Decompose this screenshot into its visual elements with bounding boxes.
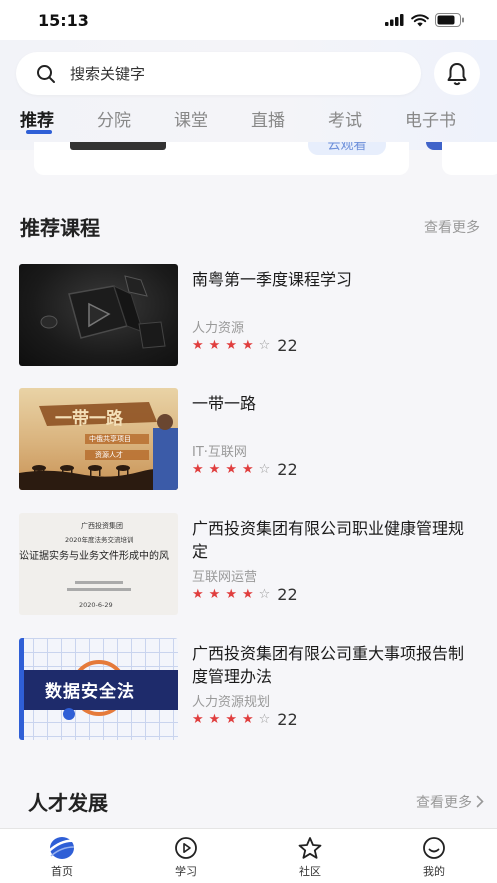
thumb-main-text: 数据安全法 bbox=[45, 682, 135, 702]
chevron-right-icon bbox=[476, 795, 484, 808]
course-item[interactable]: 南粤第一季度课程学习 人力资源 ★ ★ ★ ★ ☆ 22 bbox=[19, 264, 479, 368]
recommended-header: 推荐课程 查看更多 bbox=[20, 212, 480, 241]
course-rating: ★ ★ ★ ★ ☆ 22 bbox=[192, 336, 298, 355]
star-icon: ★ bbox=[192, 337, 204, 353]
star-empty-icon: ☆ bbox=[258, 586, 271, 602]
course-title: 广西投资集团有限公司重大事项报告制度管理办法 bbox=[192, 644, 465, 686]
thumb-line1: 中俄共享项目 bbox=[89, 435, 131, 443]
star-icon: ★ bbox=[192, 461, 204, 477]
tabbar-label: 我的 bbox=[423, 865, 445, 878]
search-input[interactable]: 搜索关键字 bbox=[16, 52, 421, 95]
banner-image-edge bbox=[70, 142, 166, 150]
course-thumbnail: 数据安全法 bbox=[19, 638, 178, 740]
star-icon: ★ bbox=[225, 711, 237, 727]
tab-exam[interactable]: 考试 bbox=[328, 106, 362, 131]
course-category: IT·互联网 bbox=[192, 445, 247, 460]
smile-face-icon bbox=[423, 837, 445, 859]
star-icon: ★ bbox=[225, 586, 237, 602]
view-more-link[interactable]: 查看更多 bbox=[416, 792, 484, 812]
course-rating: ★ ★ ★ ★ ☆ 22 bbox=[192, 710, 298, 729]
tabbar-label: 首页 bbox=[51, 865, 73, 878]
course-thumbnail bbox=[19, 264, 178, 366]
category-tabs: 推荐 分院 课堂 直播 考试 电子书 bbox=[0, 104, 497, 142]
tabbar-label: 学习 bbox=[175, 865, 197, 878]
star-icon: ★ bbox=[225, 337, 237, 353]
search-placeholder: 搜索关键字 bbox=[70, 65, 146, 83]
watch-online-button[interactable]: 云观看 bbox=[308, 142, 386, 155]
star-icon: ★ bbox=[192, 586, 204, 602]
tabbar-community[interactable]: 社区 bbox=[280, 835, 340, 879]
course-category: 人力资源规划 bbox=[192, 695, 271, 710]
star-icon: ★ bbox=[208, 711, 221, 727]
course-item[interactable]: 数据安全法 广西投资集团有限公司重大事项报告制度管理办法 人力资源规划 ★ ★ … bbox=[19, 638, 479, 742]
star-icon: ★ bbox=[208, 461, 221, 477]
star-empty-icon: ☆ bbox=[258, 711, 271, 727]
tabbar-home[interactable]: 首页 bbox=[32, 835, 92, 879]
tabbar-mine[interactable]: 我的 bbox=[404, 835, 464, 879]
home-logo-icon bbox=[48, 837, 77, 859]
section-title: 人才发展 bbox=[28, 791, 108, 815]
cellular-signal-icon bbox=[385, 14, 404, 26]
tab-ebook[interactable]: 电子书 bbox=[405, 106, 456, 131]
star-icon: ★ bbox=[241, 461, 254, 477]
view-more-label: 查看更多 bbox=[424, 219, 480, 236]
course-thumbnail: 一带一路 中俄共享项目 资源人才 bbox=[19, 388, 178, 490]
rating-count: 22 bbox=[277, 585, 298, 604]
tab-branch[interactable]: 分院 bbox=[97, 106, 131, 131]
thumb-line2: 资源人才 bbox=[95, 451, 123, 459]
bell-icon bbox=[447, 62, 467, 85]
video-play-3d-icon bbox=[40, 275, 166, 349]
tab-classroom[interactable]: 课堂 bbox=[174, 106, 208, 131]
star-empty-icon: ☆ bbox=[258, 461, 271, 477]
bottom-tab-bar: 首页 学习 社区 我的 bbox=[0, 828, 497, 883]
talent-header: 人才发展 查看更多 bbox=[28, 787, 484, 816]
star-icon bbox=[298, 837, 322, 859]
tabbar-label: 社区 bbox=[299, 865, 321, 878]
star-icon: ★ bbox=[241, 586, 254, 602]
star-empty-icon: ☆ bbox=[258, 337, 271, 353]
wifi-icon bbox=[411, 13, 429, 26]
star-icon: ★ bbox=[241, 711, 254, 727]
active-tab-indicator bbox=[26, 130, 52, 134]
course-item[interactable]: 广西投资集团 2020年度法务交流培训 讼证据实务与业务文件形成中的风 2020… bbox=[19, 513, 479, 617]
star-icon: ★ bbox=[208, 337, 221, 353]
status-bar: 15:13 bbox=[0, 0, 497, 40]
play-circle-icon bbox=[175, 837, 197, 859]
tab-recommend[interactable]: 推荐 bbox=[20, 106, 54, 131]
banner-next-card[interactable] bbox=[442, 142, 497, 175]
tab-live[interactable]: 直播 bbox=[251, 106, 285, 131]
course-rating: ★ ★ ★ ★ ☆ 22 bbox=[192, 460, 298, 479]
star-icon: ★ bbox=[225, 461, 237, 477]
battery-icon bbox=[435, 13, 464, 27]
star-icon: ★ bbox=[208, 586, 221, 602]
course-title: 广西投资集团有限公司职业健康管理规定 bbox=[192, 519, 465, 561]
course-title: 南粤第一季度课程学习 bbox=[192, 270, 353, 289]
star-icon: ★ bbox=[241, 337, 254, 353]
thumb-banner-text: 一带一路 bbox=[55, 409, 123, 429]
course-category: 互联网运营 bbox=[192, 570, 258, 585]
rating-count: 22 bbox=[277, 460, 298, 479]
course-category: 人力资源 bbox=[192, 321, 245, 336]
banner-carousel[interactable]: 云观看 bbox=[0, 142, 497, 178]
search-icon bbox=[37, 64, 55, 83]
section-title: 推荐课程 bbox=[20, 216, 100, 240]
view-more-label: 查看更多 bbox=[416, 794, 472, 811]
status-time: 15:13 bbox=[38, 10, 89, 30]
thumb-decoration bbox=[67, 581, 131, 591]
status-icons bbox=[385, 13, 465, 27]
rating-count: 22 bbox=[277, 710, 298, 729]
course-item[interactable]: 一带一路 中俄共享项目 资源人才 一带一路 IT·互联网 ★ ★ ★ ★ ☆ 2… bbox=[19, 388, 479, 492]
star-icon: ★ bbox=[192, 711, 204, 727]
course-rating: ★ ★ ★ ★ ☆ 22 bbox=[192, 585, 298, 604]
course-thumbnail: 广西投资集团 2020年度法务交流培训 讼证据实务与业务文件形成中的风 2020… bbox=[19, 513, 178, 615]
view-more-link[interactable]: 查看更多 bbox=[424, 217, 480, 237]
tabbar-study[interactable]: 学习 bbox=[156, 835, 216, 879]
course-title: 一带一路 bbox=[192, 394, 257, 413]
rating-count: 22 bbox=[277, 336, 298, 355]
notification-button[interactable] bbox=[434, 52, 480, 95]
